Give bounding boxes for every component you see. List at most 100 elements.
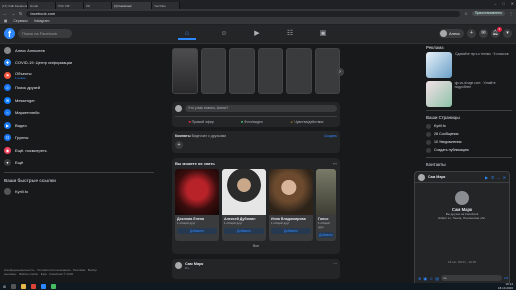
- start-icon[interactable]: ⊞: [3, 285, 6, 289]
- messenger-icon[interactable]: ✉: [479, 29, 488, 38]
- sidebar-item-marketplace[interactable]: ⌂ Маркетплейс: [0, 107, 165, 120]
- feeling-button[interactable]: ☺ Чувства/действия: [290, 120, 324, 124]
- person-card[interactable]: Алексей Дубинин 1 общий друг Добавить: [222, 169, 266, 241]
- star-icon[interactable]: ☆: [464, 11, 468, 16]
- page-notifications[interactable]: 10 Уведомления: [426, 138, 512, 146]
- add-friend-button[interactable]: Добавить: [271, 228, 311, 234]
- sidebar-item-profile[interactable]: Алекс Алексеев: [0, 44, 165, 57]
- page-item[interactable]: Kyrill.fo: [426, 122, 512, 130]
- browser-tab[interactable]: ГОС VIP: [56, 2, 84, 9]
- groups-icon[interactable]: ☷: [281, 28, 299, 40]
- pymk-title: Вы можете их знать: [175, 161, 215, 166]
- chevron-right-icon[interactable]: ›: [336, 68, 344, 76]
- browser-tab[interactable]: YouTube: [152, 2, 180, 9]
- chrome-icon[interactable]: [30, 284, 36, 289]
- sidebar-item-pages[interactable]: ⚑ Объекты 1 новое: [0, 69, 165, 82]
- like-icon[interactable]: 👍︎: [504, 275, 508, 281]
- story-card[interactable]: [172, 48, 198, 94]
- profile-button[interactable]: Приостановлено: [471, 11, 505, 16]
- facebook-logo[interactable]: f: [4, 28, 15, 39]
- notifications-icon[interactable]: 🔔︎ 3: [491, 27, 502, 38]
- footer-links[interactable]: Конфиденциальность · Условия использован…: [4, 268, 104, 276]
- maximize-icon[interactable]: □: [502, 1, 504, 6]
- add-room-icon[interactable]: +: [175, 141, 183, 149]
- back-icon[interactable]: ←: [3, 11, 7, 16]
- search-icon[interactable]: [10, 284, 16, 289]
- post-time[interactable]: 9 ч.: [185, 266, 203, 270]
- add-friend-button[interactable]: Добавить: [318, 232, 334, 238]
- address-bar: ← → ↻ facebook.com ☆ Приостановлено ⋮: [0, 9, 516, 18]
- story-card[interactable]: [200, 48, 226, 94]
- photo-video-button[interactable]: ■ Фото/видео: [241, 120, 263, 124]
- facebook-search-input[interactable]: Поиск на Facebook: [18, 29, 72, 38]
- pages-heading: Ваши Страницы: [426, 115, 460, 120]
- file-explorer-icon[interactable]: [20, 284, 26, 289]
- app-icon[interactable]: [50, 284, 56, 289]
- composer-input[interactable]: Что у вас нового, Алекс?: [185, 105, 337, 112]
- browser-tab[interactable]: (17) Vdik Facebook: [0, 2, 28, 9]
- story-card[interactable]: [257, 48, 283, 94]
- person-card[interactable]: Инна Владимирова 1 общий друг Добавить: [269, 169, 313, 241]
- sidebar-item-events[interactable]: ◆ Ещё. посмотреть: [0, 144, 165, 157]
- phone-icon[interactable]: ✆: [491, 175, 494, 180]
- close-icon[interactable]: ✕: [511, 1, 514, 6]
- notification-badge: 3: [497, 27, 502, 32]
- sidebar-item-covid[interactable]: ✚ COVID-19: Центр информации: [0, 57, 165, 70]
- person-mutual: 1 общий друг: [224, 221, 243, 225]
- person-card[interactable]: Доклова Елена 1 общий друг Добавить: [175, 169, 219, 241]
- watch-icon[interactable]: ▶: [248, 28, 266, 40]
- browser-tab[interactable]: VK: [84, 2, 112, 9]
- see-all-link[interactable]: Все: [175, 244, 337, 248]
- reload-icon[interactable]: ↻: [19, 11, 22, 16]
- friends-icon: ☺: [4, 84, 11, 92]
- live-video-button[interactable]: ■ Прямой эфир: [189, 120, 214, 124]
- bookmark-item[interactable]: Сервисы: [13, 19, 28, 23]
- plus-icon[interactable]: ⊕: [418, 276, 421, 281]
- create-icon[interactable]: +: [467, 29, 476, 38]
- story-card[interactable]: [229, 48, 255, 94]
- sidebar-item-label: Алекс Алексеев: [15, 47, 45, 53]
- gaming-icon[interactable]: ▣: [314, 28, 332, 40]
- browser-tab[interactable]: Gmail: [28, 2, 56, 9]
- image-icon[interactable]: ▣: [423, 276, 427, 281]
- more-options-icon[interactable]: ···: [333, 262, 337, 276]
- forward-icon[interactable]: →: [11, 11, 15, 16]
- ad-item[interactable]: qjs.vu-dvuge.com · Узнайте подробнее: [426, 81, 512, 107]
- sidebar-item-watch[interactable]: ▶ Видео: [0, 119, 165, 132]
- video-call-icon[interactable]: ▶: [485, 175, 488, 180]
- bookmark-item[interactable]: Instagram: [34, 19, 50, 23]
- chat-contact-name[interactable]: Сам Марк: [428, 175, 482, 179]
- person-card[interactable]: Гонсо 1 общий друг Добавить: [316, 169, 336, 241]
- menu-icon[interactable]: ⋮: [509, 11, 513, 16]
- minimize-icon[interactable]: –: [494, 1, 496, 6]
- ad-item[interactable]: Сдавайте путь к техник · 5 классов: [426, 52, 512, 78]
- add-friend-button[interactable]: Добавить: [224, 228, 264, 234]
- covid-icon: ✚: [4, 59, 11, 67]
- gif-icon[interactable]: ▤: [435, 276, 439, 281]
- page-create-post[interactable]: Создать публикацию: [426, 146, 512, 154]
- account-menu-icon[interactable]: ▾: [503, 29, 512, 38]
- minimize-icon[interactable]: –: [497, 175, 499, 180]
- sidebar-item-more[interactable]: ▾ Ещё: [0, 157, 165, 170]
- page-messages[interactable]: 28 Сообщения: [426, 130, 512, 138]
- story-card[interactable]: [286, 48, 312, 94]
- sidebar-item-groups[interactable]: ☷ Группы: [0, 132, 165, 145]
- pymk-cards: Доклова Елена 1 общий друг Добавить Алек…: [175, 169, 337, 241]
- chat-message-input[interactable]: Aa: [441, 275, 502, 281]
- browser-tab-active[interactable]: (3) Facebook: [112, 2, 152, 9]
- system-clock[interactable]: 16:14 18.10.2020: [498, 283, 513, 290]
- home-icon[interactable]: ⌂: [178, 28, 196, 40]
- sticker-icon[interactable]: ☺: [429, 276, 433, 281]
- add-friend-button[interactable]: Добавить: [177, 228, 217, 234]
- app-icon[interactable]: [40, 284, 46, 289]
- sidebar-item-messenger[interactable]: ✉ Messenger: [0, 94, 165, 107]
- sidebar-item-friends[interactable]: ☺ Поиск друзей: [0, 82, 165, 95]
- shortcut-item[interactable]: Kyrill.fo: [0, 185, 165, 198]
- close-icon[interactable]: ✕: [503, 175, 506, 180]
- url-field[interactable]: facebook.com: [26, 10, 461, 17]
- apps-icon[interactable]: ▦: [4, 19, 7, 23]
- more-options-icon[interactable]: ···: [333, 161, 337, 166]
- friends-icon[interactable]: ☺: [215, 28, 233, 40]
- profile-link[interactable]: Алекс: [438, 29, 464, 38]
- create-room-link[interactable]: Создать: [324, 134, 337, 138]
